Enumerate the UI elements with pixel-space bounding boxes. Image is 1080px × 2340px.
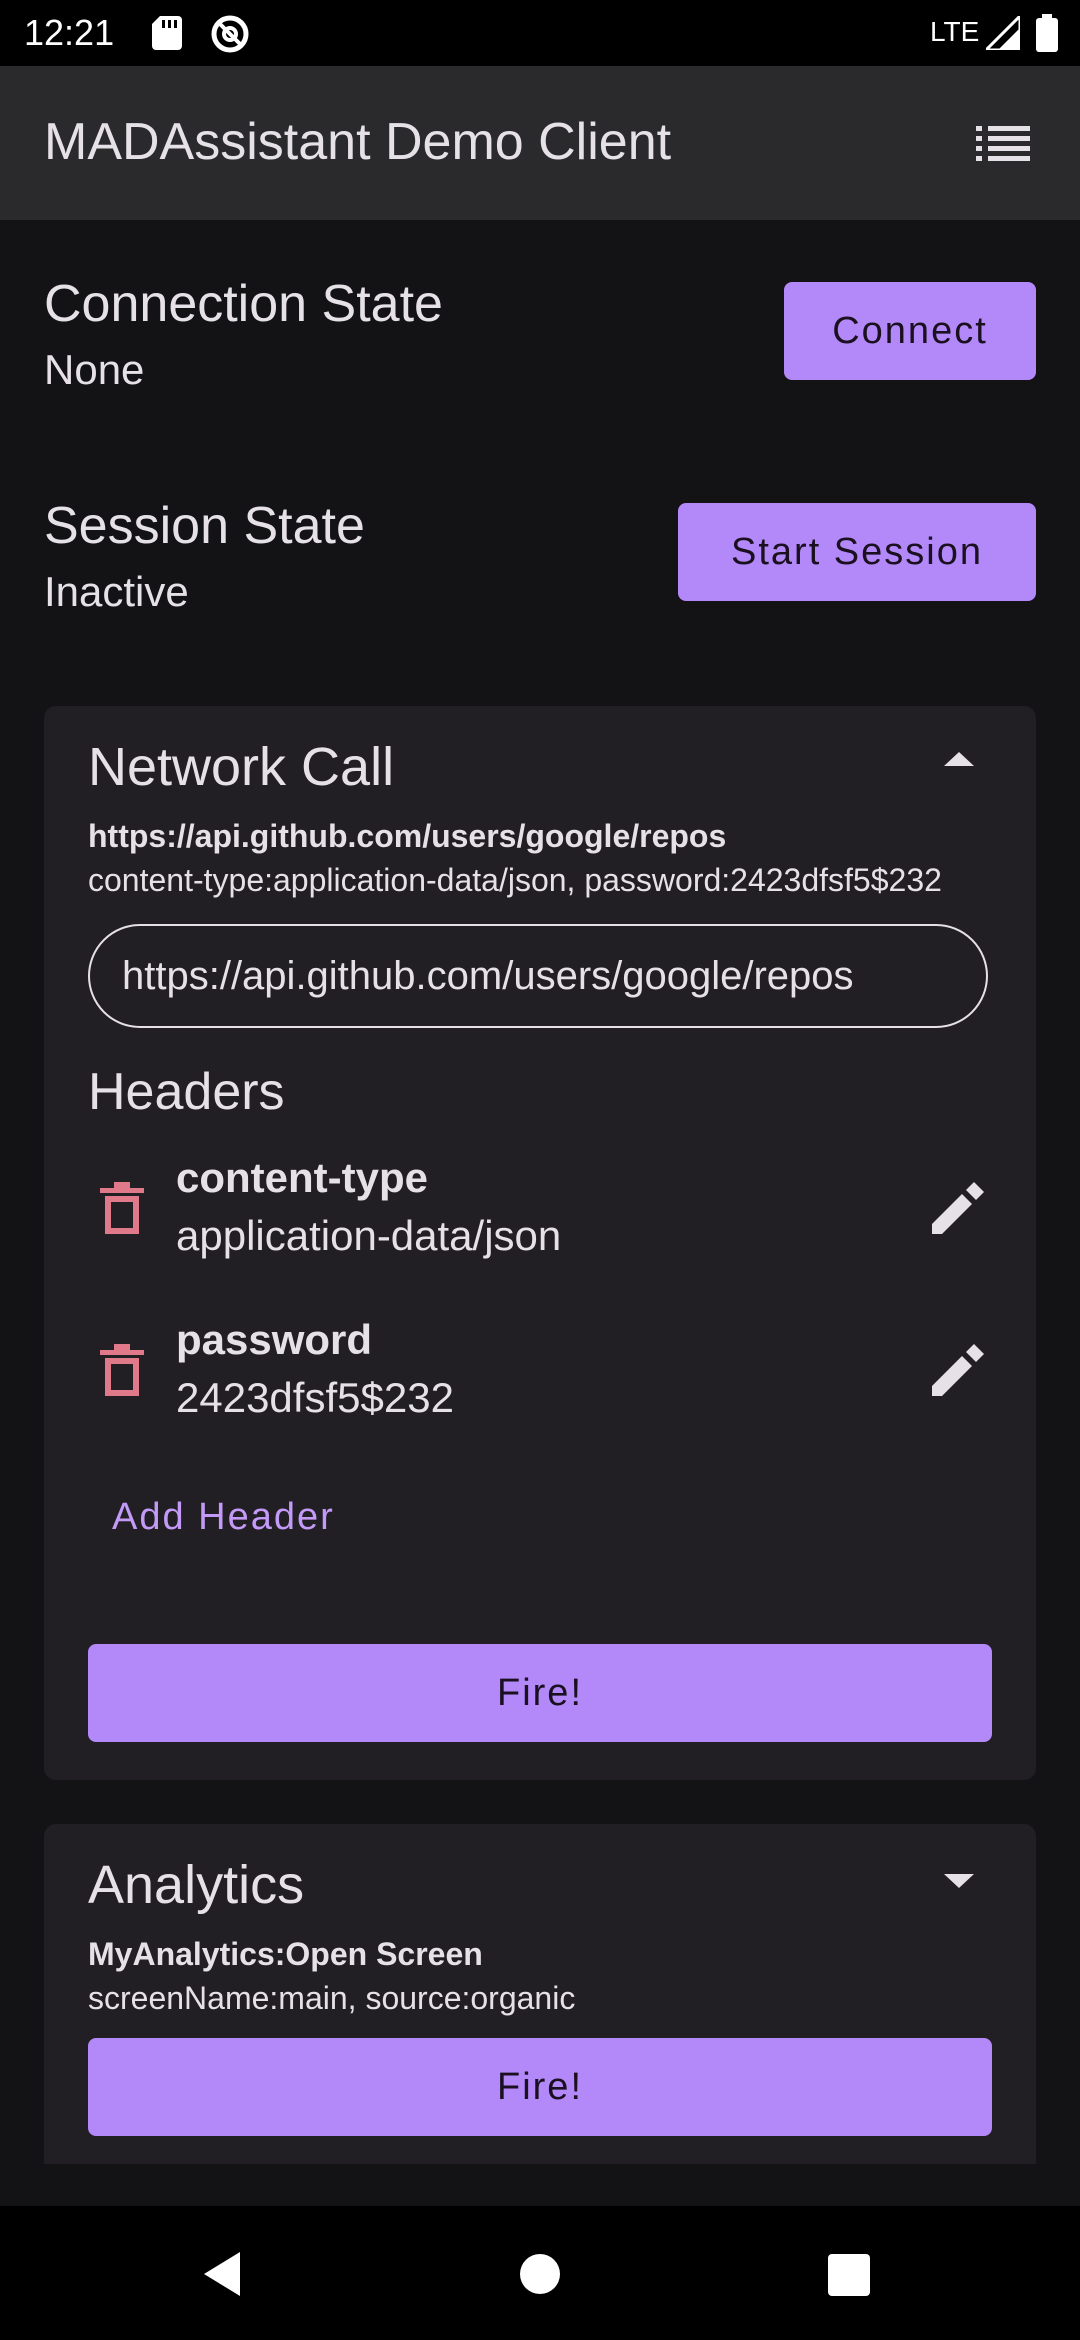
network-call-card: Network Call https://api.github.com/user… [44, 706, 1036, 1780]
home-icon[interactable] [520, 2254, 560, 2294]
app-bar: MADAssistant Demo Client [0, 66, 1080, 220]
ring-icon [211, 15, 249, 53]
analytics-fire-button[interactable]: Fire! [88, 2038, 992, 2136]
chevron-down-icon[interactable] [944, 1870, 974, 1890]
add-header-button[interactable]: Add Header [112, 1496, 335, 1539]
status-time: 12:21 [24, 12, 115, 53]
edit-icon[interactable] [932, 1182, 984, 1234]
edit-icon[interactable] [932, 1344, 984, 1396]
network-fire-button[interactable]: Fire! [88, 1644, 992, 1742]
chevron-up-icon[interactable] [944, 750, 974, 770]
url-input[interactable]: https://api.github.com/users/google/repo… [88, 924, 988, 1028]
battery-icon [1036, 14, 1058, 52]
analytics-title[interactable]: Analytics [88, 1854, 304, 1916]
analytics-card: Analytics MyAnalytics:Open Screen screen… [44, 1824, 1036, 2164]
start-session-button[interactable]: Start Session [678, 503, 1036, 601]
header-value: 2423dfsf5$232 [176, 1374, 454, 1421]
navigation-bar [0, 2206, 1080, 2340]
analytics-params: screenName:main, source:organic [88, 1980, 576, 2016]
signal-icon [986, 16, 1020, 50]
header-key: content-type [176, 1154, 428, 1201]
recents-icon[interactable] [828, 2254, 870, 2296]
connection-state-label: Connection State [44, 275, 443, 333]
delete-icon[interactable] [100, 1182, 144, 1234]
list-icon[interactable] [976, 126, 1030, 162]
network-type: LTE [930, 16, 980, 47]
status-bar: 12:21 LTE [0, 0, 1080, 66]
network-call-headers-summary: content-type:application-data/json, pass… [88, 862, 942, 898]
back-icon[interactable] [200, 2250, 248, 2298]
session-state-label: Session State [44, 497, 365, 555]
connect-button[interactable]: Connect [784, 282, 1036, 380]
network-call-title[interactable]: Network Call [88, 736, 394, 798]
header-value: application-data/json [176, 1212, 562, 1259]
analytics-event: MyAnalytics:Open Screen [88, 1936, 483, 1972]
session-state-value: Inactive [44, 568, 189, 615]
headers-title: Headers [88, 1063, 285, 1121]
app-title: MADAssistant Demo Client [44, 113, 672, 171]
network-call-url: https://api.github.com/users/google/repo… [88, 818, 727, 854]
connection-state-value: None [44, 346, 145, 393]
header-key: password [176, 1316, 373, 1363]
sd-card-icon [152, 16, 182, 50]
delete-icon[interactable] [100, 1344, 144, 1396]
